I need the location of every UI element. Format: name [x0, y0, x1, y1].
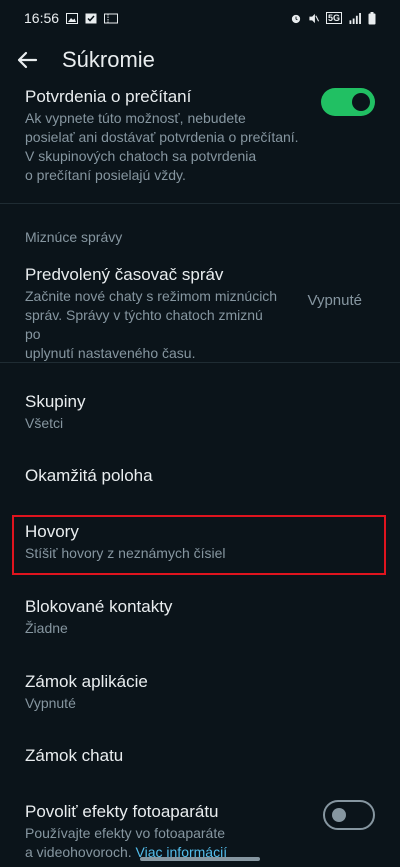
divider: [0, 362, 400, 363]
blocked-contacts-row[interactable]: Blokované kontakty Žiadne: [25, 596, 375, 638]
read-receipts-toggle[interactable]: [321, 88, 375, 116]
camera-effects-row[interactable]: Povoliť efekty fotoaparátu Používajte ef…: [25, 801, 300, 862]
default-timer-value: Vypnuté: [307, 292, 363, 309]
chat-lock-row[interactable]: Zámok chatu: [25, 745, 375, 767]
toggle-knob: [332, 808, 346, 822]
calls-row[interactable]: Hovory Stíšiť hovory z neznámych čísiel: [25, 521, 375, 563]
ticket-icon: [104, 13, 119, 23]
camera-effects-toggle[interactable]: [323, 800, 375, 830]
app-lock-row[interactable]: Zámok aplikácie Vypnuté: [25, 671, 375, 713]
status-time: 16:56: [24, 10, 60, 26]
groups-title: Skupiny: [25, 392, 86, 411]
groups-value: Všetci: [25, 415, 64, 431]
gesture-nav-bar[interactable]: [140, 857, 260, 861]
battery-icon: [368, 11, 376, 24]
app-lock-value: Vypnuté: [25, 695, 76, 711]
section-label-disappearing: Miznúce správy: [25, 229, 123, 245]
app-lock-title: Zámok aplikácie: [25, 672, 148, 691]
default-timer-title: Predvolený časovač správ: [25, 265, 224, 284]
calls-title: Hovory: [25, 522, 79, 541]
groups-row[interactable]: Skupiny Všetci: [25, 391, 375, 433]
read-receipts-description: Ak vypnete túto možnosť, nebudete posiel…: [25, 110, 299, 183]
calls-subtitle: Stíšiť hovory z neznámych čísiel: [25, 545, 226, 561]
default-message-timer-row[interactable]: Predvolený časovač správ Začnite nové ch…: [25, 264, 280, 363]
camera-effects-title: Povoliť efekty fotoaparátu: [25, 802, 219, 821]
divider: [0, 203, 400, 204]
alarm-icon: [291, 14, 301, 23]
chat-lock-title: Zámok chatu: [25, 746, 124, 765]
blocked-contacts-value: Žiadne: [25, 620, 68, 636]
toggle-knob: [352, 93, 370, 111]
blocked-contacts-title: Blokované kontakty: [25, 597, 173, 616]
page-title: Súkromie: [62, 47, 155, 72]
signal-icon: [349, 12, 361, 24]
5g-icon: 5G: [325, 12, 342, 24]
live-location-row[interactable]: Okamžitá poloha: [25, 465, 375, 487]
live-location-title: Okamžitá poloha: [25, 466, 153, 485]
status-bar: 16:56 5G: [0, 0, 400, 36]
mute-icon: [309, 13, 320, 23]
camera-effects-description-end: a videohovoroch.: [25, 844, 132, 860]
check-box-icon: [85, 13, 97, 23]
default-timer-description: Začnite nové chaty s režimom miznúcich s…: [25, 288, 278, 361]
back-arrow-icon[interactable]: [14, 47, 40, 73]
image-icon: [66, 12, 79, 24]
app-bar: Súkromie: [0, 36, 400, 84]
